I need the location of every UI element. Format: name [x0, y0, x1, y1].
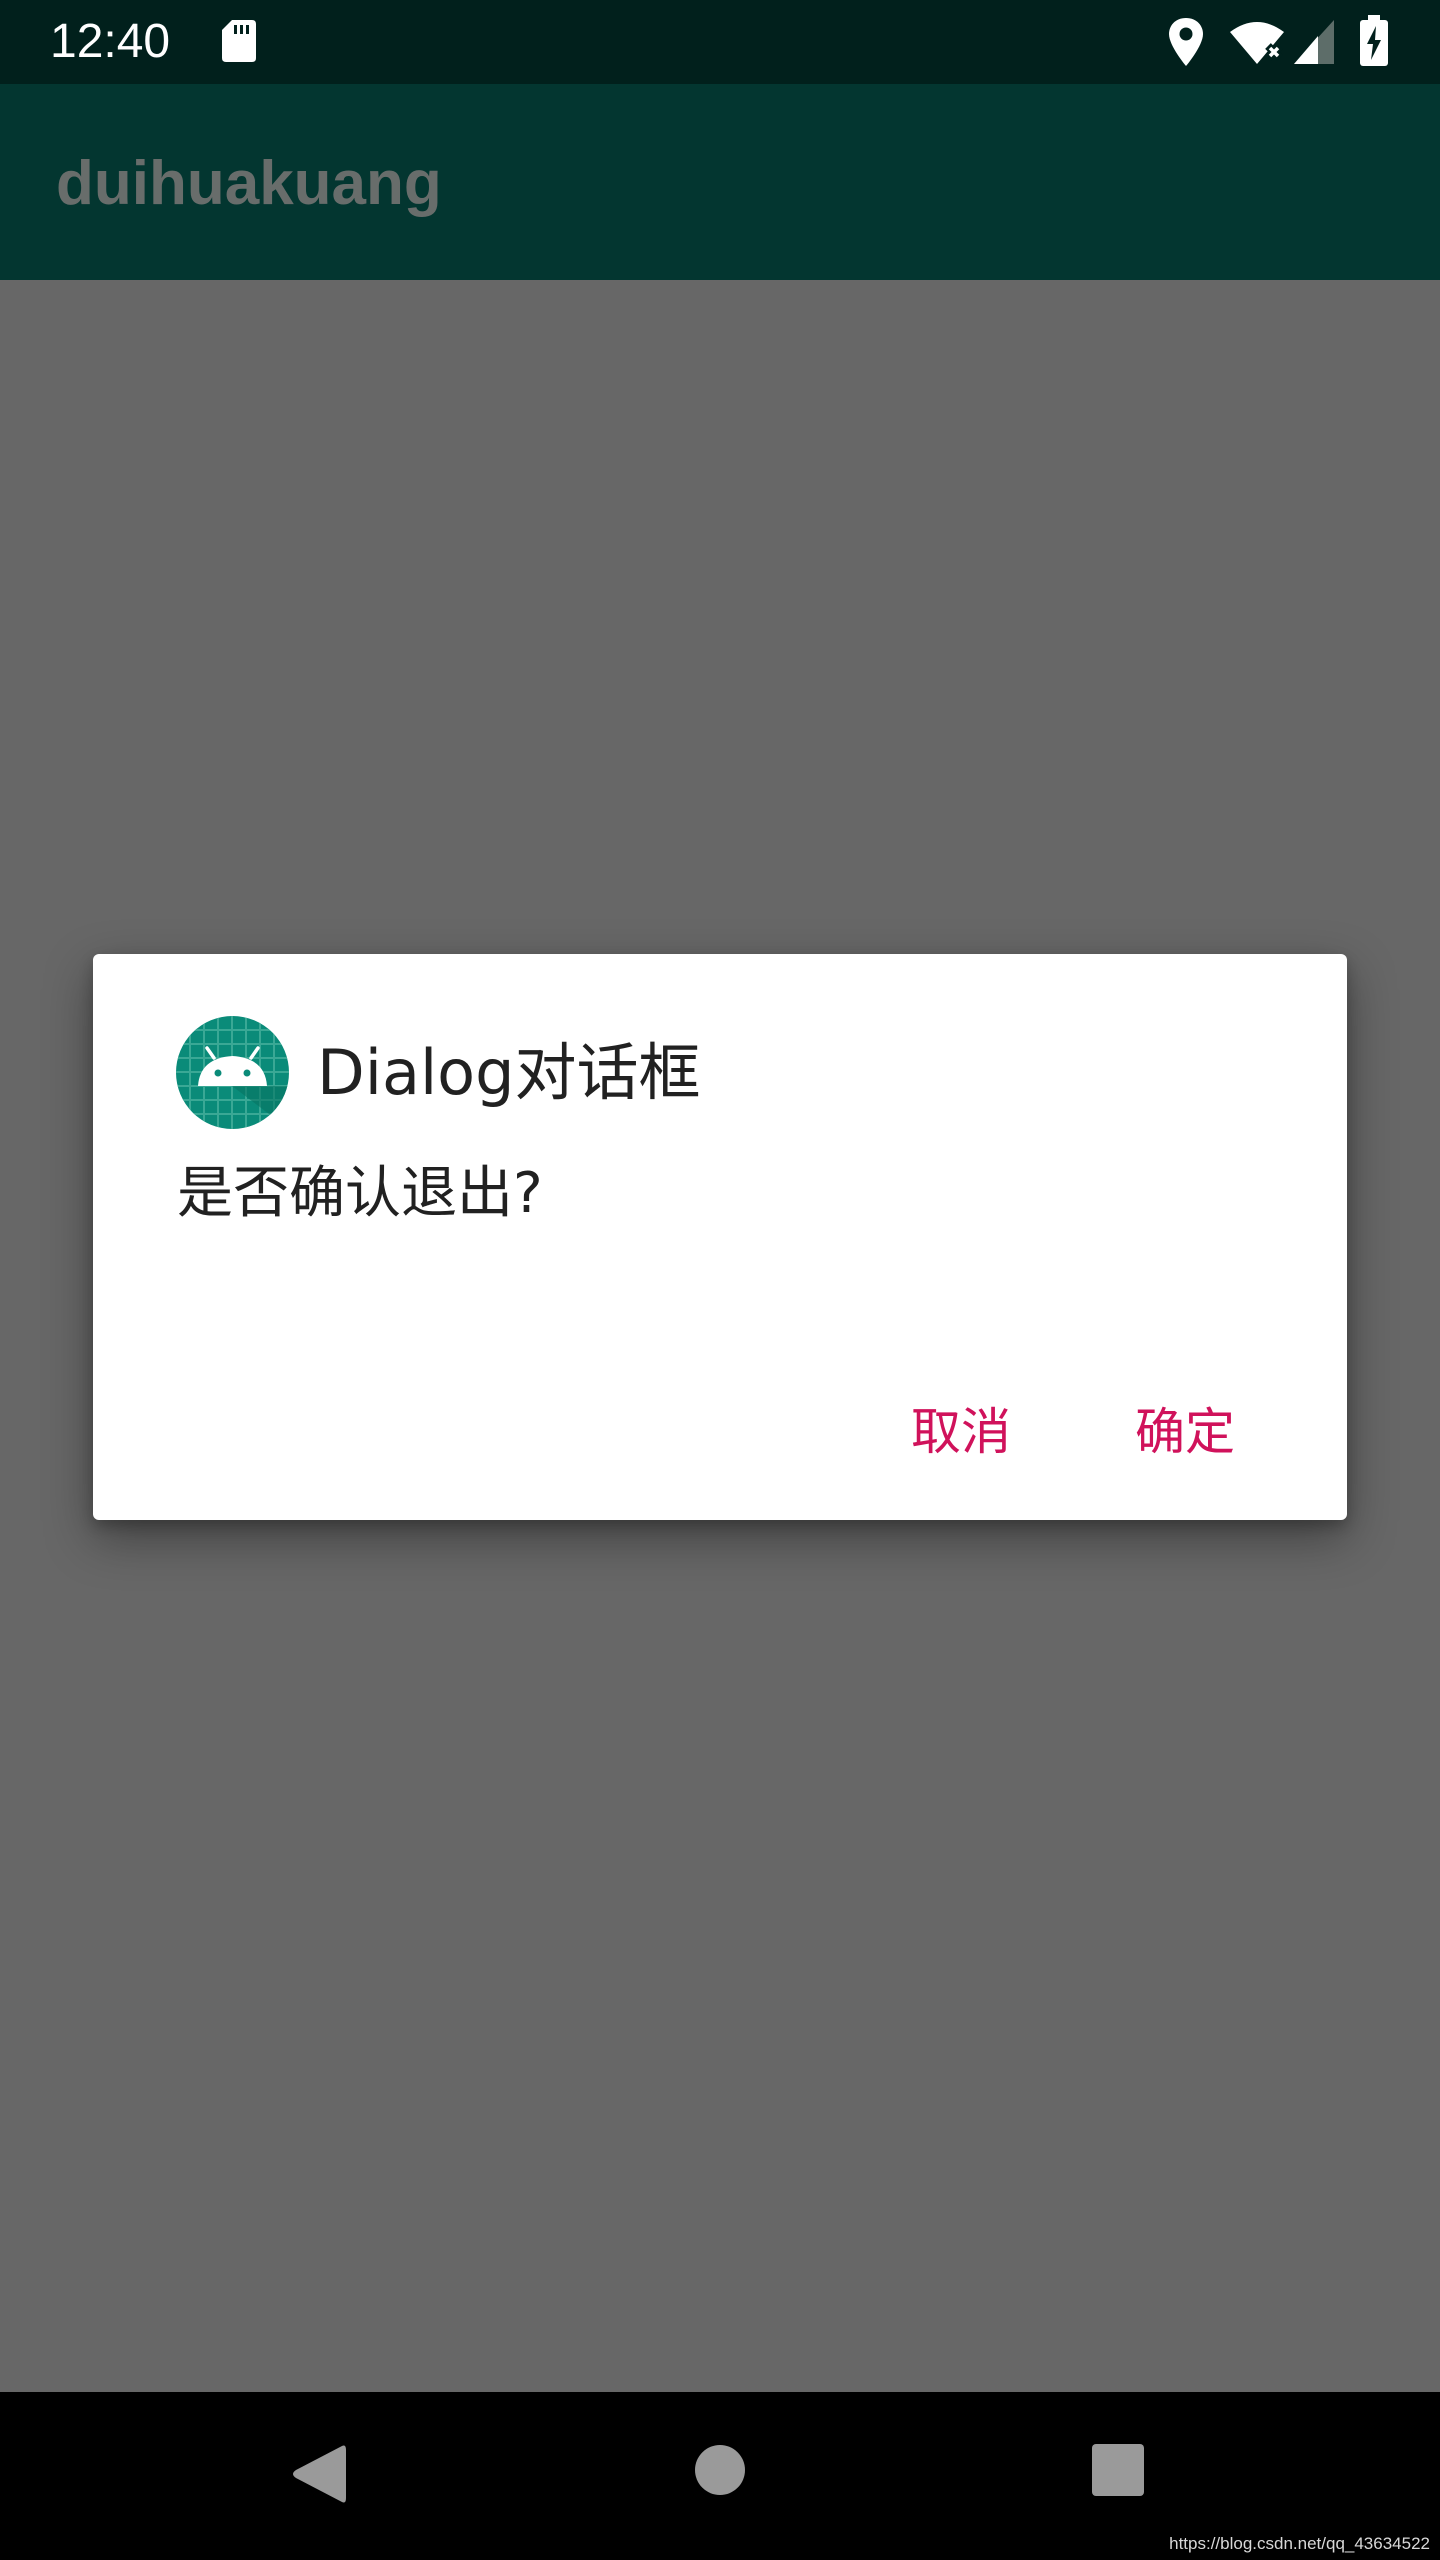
dialog-message: 是否确认退出? [177, 1161, 543, 1226]
watermark-text: https://blog.csdn.net/qq_43634522 [1169, 2534, 1430, 2553]
home-icon[interactable] [694, 2444, 746, 2496]
status-time: 12:40 [50, 15, 171, 68]
status-bar: 12:40 [0, 0, 1440, 84]
battery-charging-icon [1360, 15, 1388, 66]
back-icon[interactable] [290, 2442, 346, 2506]
sd-card-icon [222, 20, 256, 62]
confirm-button[interactable]: 确定 [1115, 1384, 1255, 1480]
navigation-bar: https://blog.csdn.net/qq_43634522 [0, 2392, 1440, 2560]
location-icon [1169, 18, 1203, 66]
recents-icon[interactable] [1092, 2444, 1144, 2496]
wifi-icon [1230, 22, 1284, 64]
cell-signal-icon [1294, 20, 1334, 64]
android-app-icon [176, 1016, 289, 1129]
alert-dialog: Dialog对话框 是否确认退出? 取消 确定 [93, 954, 1347, 1520]
app-title: duihuakuang [56, 149, 442, 218]
dialog-title: Dialog对话框 [317, 1036, 701, 1109]
cancel-button[interactable]: 取消 [891, 1384, 1031, 1480]
